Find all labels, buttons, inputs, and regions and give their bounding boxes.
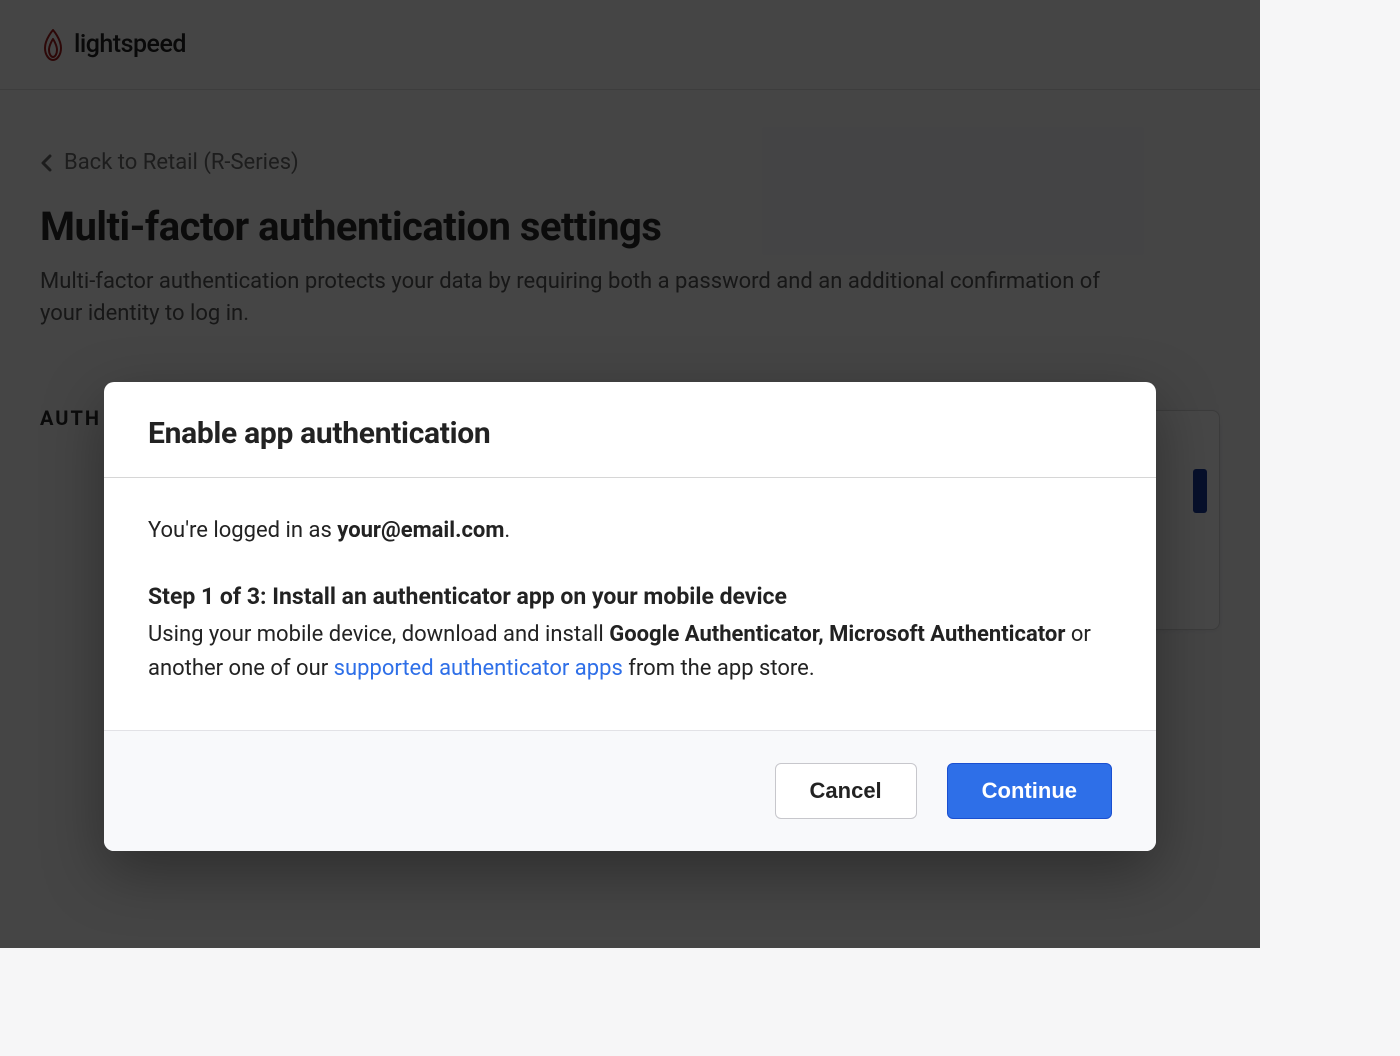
step-description: Using your mobile device, download and i… [148, 618, 1112, 686]
modal-footer: Cancel Continue [104, 730, 1156, 851]
modal-header: Enable app authentication [104, 382, 1156, 478]
step-desc-prefix: Using your mobile device, download and i… [148, 622, 609, 647]
logged-in-email: your@email.com [337, 518, 504, 543]
logged-in-suffix: . [504, 518, 510, 543]
supported-apps-link[interactable]: supported authenticator apps [334, 656, 623, 681]
step-title: Step 1 of 3: Install an authenticator ap… [148, 583, 1112, 610]
continue-button[interactable]: Continue [947, 763, 1112, 819]
cancel-button[interactable]: Cancel [775, 763, 917, 819]
logged-in-prefix: You're logged in as [148, 518, 337, 543]
enable-app-auth-modal: Enable app authentication You're logged … [104, 382, 1156, 851]
step-desc-suffix: from the app store. [623, 656, 815, 681]
logged-in-text: You're logged in as your@email.com. [148, 518, 1112, 543]
step-desc-bold: Google Authenticator, Microsoft Authenti… [609, 622, 1065, 647]
modal-title: Enable app authentication [148, 416, 1112, 451]
modal-body: You're logged in as your@email.com. Step… [104, 478, 1156, 730]
